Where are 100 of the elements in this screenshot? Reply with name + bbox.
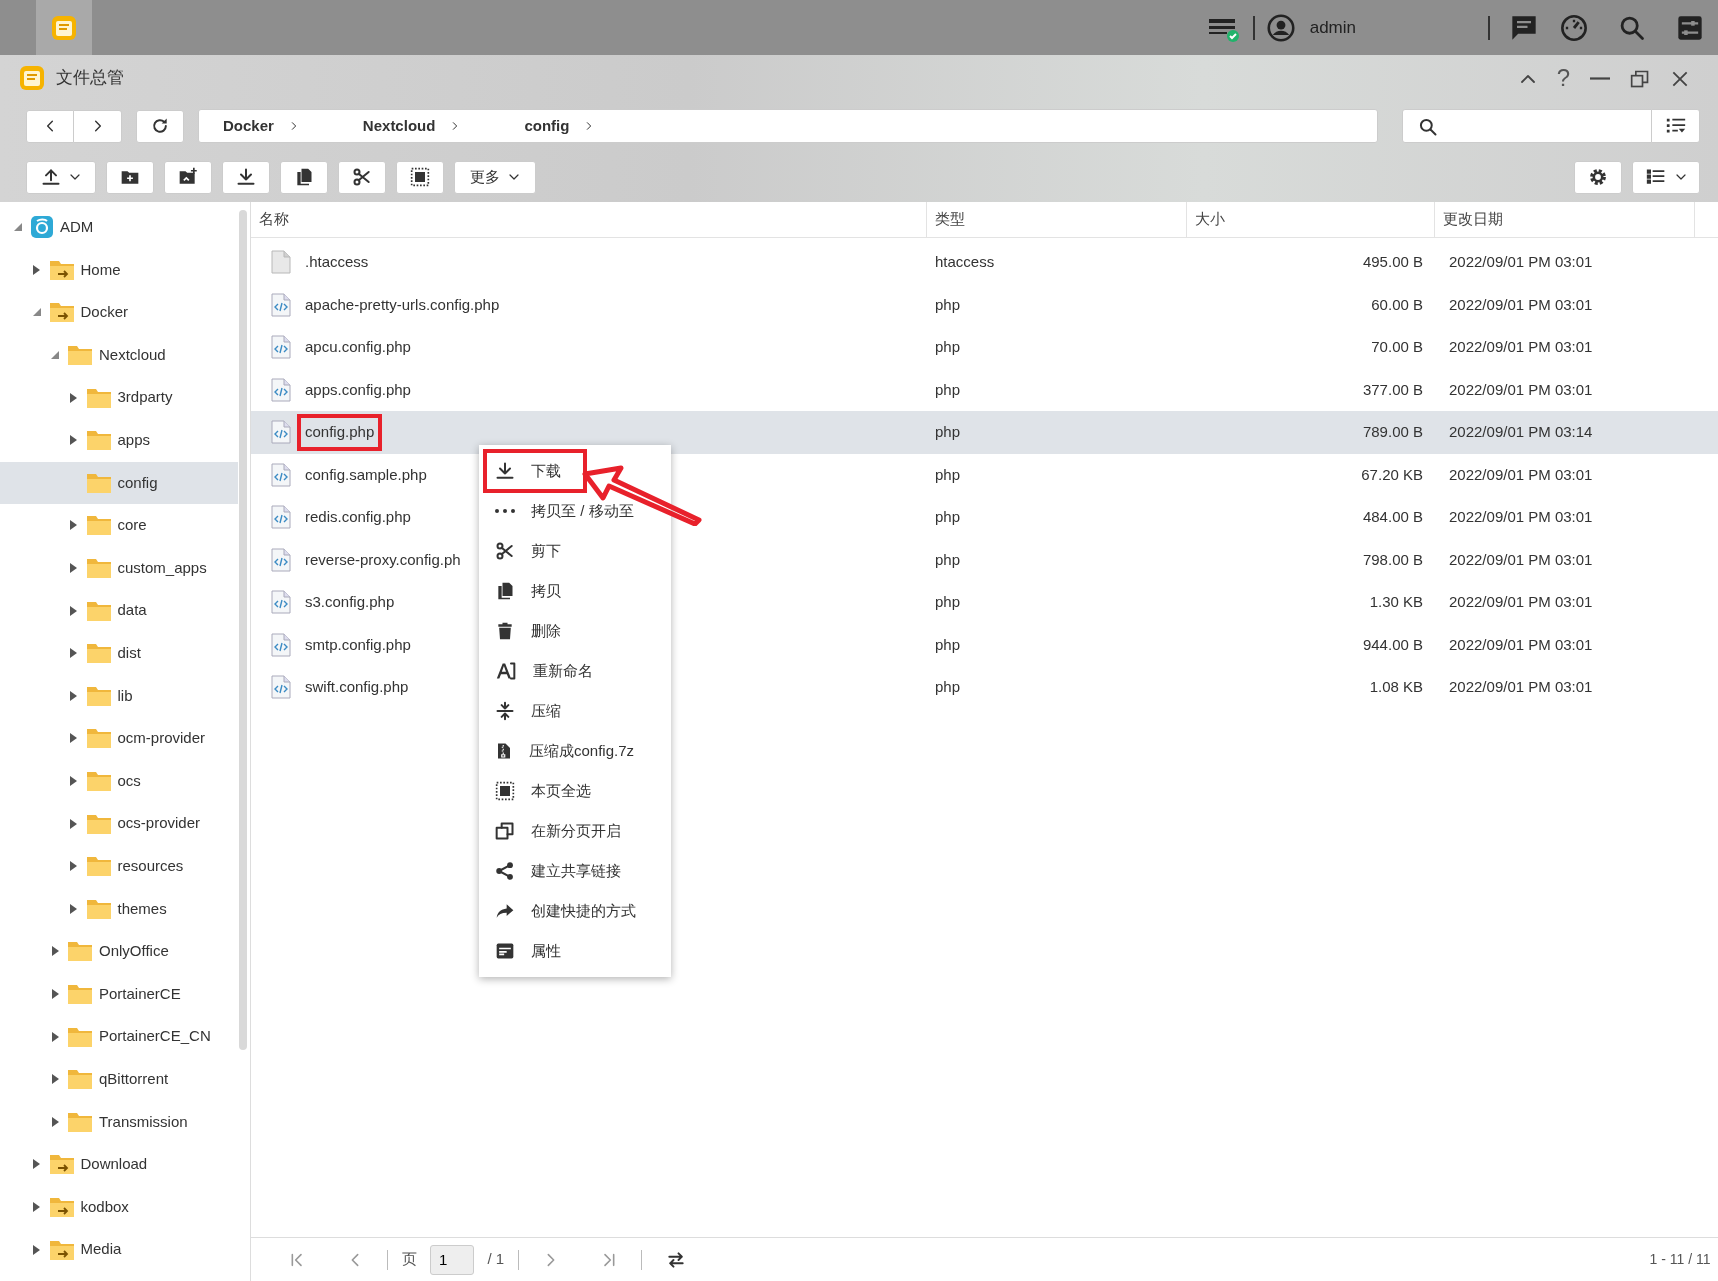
file-name[interactable]: s3.config.php <box>297 584 403 621</box>
tree-item[interactable]: qBittorrent <box>0 1057 250 1101</box>
menu-item[interactable]: 创建快捷的方式 <box>479 891 671 931</box>
tree-item[interactable]: apps <box>0 418 250 462</box>
menu-item[interactable]: 建立共享链接 <box>479 851 671 891</box>
column-header[interactable]: 大小 <box>1187 202 1435 237</box>
tree-item[interactable]: OnlyOffice <box>0 930 250 973</box>
modified-date: 2022/09/01 PM 03:01 <box>1448 294 1594 315</box>
search-options-button[interactable] <box>1652 109 1700 143</box>
refresh-icon <box>150 116 170 136</box>
menu-item[interactable]: 属性 <box>479 931 671 971</box>
modified-date: 2022/09/01 PM 03:01 <box>1448 252 1594 272</box>
file-name[interactable]: config.php <box>297 414 383 451</box>
breadcrumb-link[interactable]: Nextcloud <box>350 114 473 138</box>
first-page-icon <box>289 1252 305 1269</box>
cut-button[interactable] <box>338 160 386 194</box>
menu-item[interactable]: 压缩成config.7z <box>479 731 671 771</box>
page-field[interactable]: 1 <box>430 1244 474 1275</box>
file-name[interactable]: reverse-proxy.config.ph <box>297 541 469 578</box>
tree-item[interactable]: themes <box>0 887 250 931</box>
settings-button[interactable] <box>1574 160 1622 194</box>
user-name[interactable]: admin <box>1309 14 1356 41</box>
file-size: 67.20 KB <box>1360 464 1424 485</box>
file-size: 60.00 B <box>1370 294 1424 315</box>
tree-item[interactable]: core <box>0 504 250 547</box>
file-manager-icon <box>50 13 78 42</box>
menu-item[interactable]: 本页全选 <box>479 771 671 811</box>
file-name[interactable]: apcu.config.php <box>297 329 419 366</box>
menu-item[interactable]: 下载 <box>485 451 585 491</box>
download-icon <box>236 167 256 187</box>
modified-date: 2022/09/01 PM 03:14 <box>1448 422 1594 442</box>
column-header[interactable]: 更改日期 <box>1435 202 1695 237</box>
upload-icon <box>41 167 61 187</box>
tree-item[interactable]: PortainerCE_CN <box>0 1015 250 1058</box>
menu-item[interactable]: 剪下 <box>479 531 671 571</box>
new-shared-folder-button[interactable] <box>164 160 212 194</box>
tree-item[interactable]: Media <box>0 1228 250 1271</box>
file-name[interactable]: swift.config.php <box>297 669 417 706</box>
file-type: php <box>934 549 962 570</box>
tree-item[interactable]: kodbox <box>0 1185 250 1229</box>
tree-item[interactable]: PortainerCE <box>0 972 250 1016</box>
select-all-icon <box>410 167 430 187</box>
tree-item[interactable]: lib <box>0 674 250 718</box>
breadcrumb-link[interactable]: Docker <box>211 114 311 138</box>
archive-icon <box>495 741 513 761</box>
tree-item[interactable]: ocm-provider <box>0 717 250 760</box>
menu-item[interactable]: 拷贝至 / 移动至 <box>479 491 671 531</box>
tree-item[interactable]: Transmission <box>0 1100 250 1144</box>
tree-item[interactable]: 3rdparty <box>0 376 250 419</box>
file-name[interactable]: apache-pretty-urls.config.php <box>297 286 508 323</box>
tree-item[interactable]: resources <box>0 844 250 888</box>
tree-item[interactable]: custom_apps <box>0 546 250 590</box>
tree-item[interactable]: ocs-provider <box>0 802 250 845</box>
file-type: php <box>934 592 962 612</box>
rename-icon <box>495 661 517 681</box>
file-name[interactable]: .htaccess <box>297 244 377 281</box>
file-size: 1.08 KB <box>1368 677 1424 697</box>
file-size: 484.00 B <box>1361 507 1424 527</box>
menu-item[interactable]: 在新分页开启 <box>479 811 671 851</box>
folder-icon <box>67 1067 93 1092</box>
refresh-button[interactable] <box>136 109 184 143</box>
modified-date: 2022/09/01 PM 03:01 <box>1448 592 1594 612</box>
file-type: php <box>934 422 962 442</box>
folder-icon <box>85 513 112 538</box>
tree-item[interactable]: Download <box>0 1143 250 1186</box>
breadcrumb-link[interactable]: config <box>512 114 607 138</box>
tree-item[interactable]: config <box>0 461 238 505</box>
tree-item[interactable]: Docker <box>0 291 250 334</box>
more-button[interactable]: 更多 <box>454 160 536 194</box>
tree-item[interactable]: Home <box>0 248 250 292</box>
help-button[interactable]: ? <box>1546 65 1580 90</box>
folder-icon <box>85 556 112 581</box>
download-button[interactable] <box>222 160 270 194</box>
column-header[interactable]: 名称 <box>251 202 927 237</box>
view-mode-button[interactable] <box>1632 160 1700 194</box>
menu-item[interactable]: 重新命名 <box>479 651 671 691</box>
new-folder-button[interactable] <box>106 160 154 194</box>
menu-item[interactable]: 拷贝 <box>479 571 671 611</box>
select-all-button[interactable] <box>396 160 444 194</box>
search-icon <box>1418 116 1438 137</box>
tree-item[interactable]: ocs <box>0 759 250 803</box>
menu-item[interactable]: 压缩 <box>479 691 671 731</box>
file-name[interactable]: redis.config.php <box>297 499 419 536</box>
search-field[interactable] <box>1402 109 1652 143</box>
drive-icon <box>30 215 54 240</box>
file-type: php <box>934 337 962 357</box>
file-type: php <box>934 379 962 400</box>
column-header[interactable]: 类型 <box>927 202 1187 237</box>
menu-item[interactable]: 删除 <box>479 611 671 651</box>
tree-item[interactable]: dist <box>0 631 250 675</box>
copy-button[interactable] <box>280 160 328 194</box>
code-file-icon <box>271 632 291 657</box>
file-name[interactable]: smtp.config.php <box>297 626 419 663</box>
tree-item[interactable]: data <box>0 589 250 632</box>
tree-item[interactable]: ADM <box>0 206 250 249</box>
tree-item[interactable]: Nextcloud <box>0 333 250 377</box>
file-name[interactable]: config.sample.php <box>297 456 435 493</box>
scrollbar[interactable] <box>239 210 247 1050</box>
file-name[interactable]: apps.config.php <box>297 371 419 408</box>
upload-button[interactable] <box>26 160 96 194</box>
